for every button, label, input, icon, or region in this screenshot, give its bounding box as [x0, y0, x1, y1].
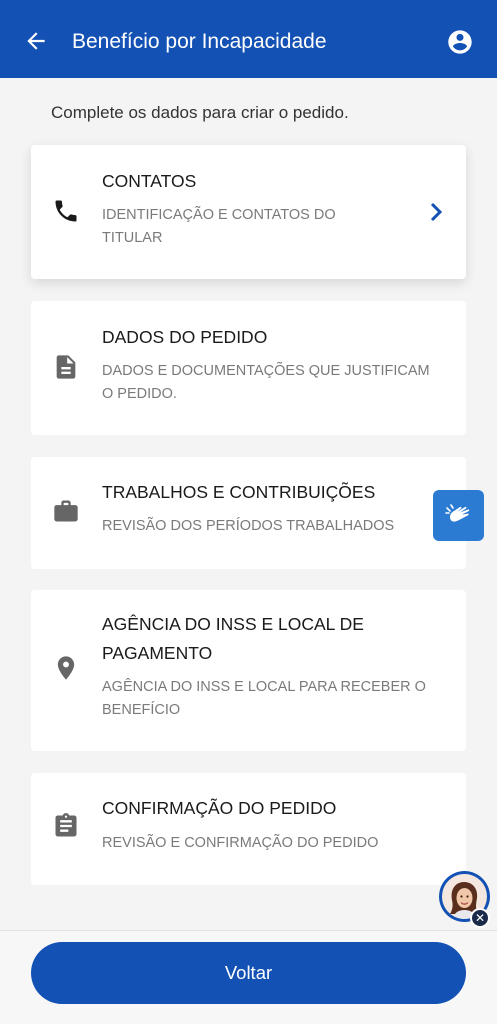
- step-description: REVISÃO E CONFIRMAÇÃO DO PEDIDO: [102, 835, 379, 851]
- location-pin-icon: [57, 656, 75, 680]
- step-title: DADOS DO PEDIDO: [102, 327, 268, 347]
- step-description: REVISÃO DOS PERÍODOS TRABALHADOS: [102, 518, 395, 534]
- sign-language-hands-icon: [444, 503, 469, 522]
- profile-button[interactable]: [446, 28, 474, 56]
- vlibras-accessibility-button[interactable]: [433, 490, 484, 541]
- arrow-left-icon: [27, 32, 45, 50]
- document-icon: [56, 355, 76, 379]
- briefcase-icon: [54, 500, 78, 522]
- close-assistant-icon[interactable]: ✕: [470, 908, 490, 928]
- account-circle-icon: [448, 30, 472, 54]
- phone-icon: [55, 200, 77, 222]
- instructions-text: Complete os dados para criar o pedido.: [51, 103, 349, 122]
- step-title: CONTATOS: [102, 171, 197, 191]
- chevron-right-icon: [430, 202, 443, 222]
- back-button[interactable]: [22, 27, 50, 55]
- step-card-dados-pedido[interactable]: DADOS DO PEDIDO DADOS E DOCUMENTAÇÕES QU…: [31, 301, 466, 435]
- step-card-agencia[interactable]: AGÊNCIA DO INSS E LOCAL DE PAGAMENTO AGÊ…: [31, 590, 466, 751]
- step-description: AGÊNCIA DO INSS E LOCAL PARA RECEBER O B…: [102, 679, 426, 718]
- step-description: IDENTIFICAÇÃO E CONTATOS DO TITULAR: [102, 207, 336, 246]
- step-card-contatos[interactable]: CONTATOS IDENTIFICAÇÃO E CONTATOS DO TIT…: [31, 145, 466, 279]
- step-title: CONFIRMAÇÃO DO PEDIDO: [102, 798, 337, 818]
- step-description: DADOS E DOCUMENTAÇÕES QUE JUSTIFICAM O P…: [102, 363, 430, 402]
- app-bar: Benefício por Incapacidade: [0, 0, 497, 78]
- clipboard-icon: [55, 813, 77, 837]
- step-card-confirmacao[interactable]: CONFIRMAÇÃO DO PEDIDO REVISÃO E CONFIRMA…: [31, 773, 466, 885]
- step-title: TRABALHOS E CONTRIBUIÇÕES: [102, 482, 376, 502]
- page-title: Benefício por Incapacidade: [72, 30, 327, 53]
- back-footer-button[interactable]: Voltar: [31, 942, 466, 1004]
- step-card-trabalhos[interactable]: TRABALHOS E CONTRIBUIÇÕES REVISÃO DOS PE…: [31, 457, 466, 569]
- step-title: AGÊNCIA DO INSS E LOCAL DE PAGAMENTO: [102, 614, 364, 663]
